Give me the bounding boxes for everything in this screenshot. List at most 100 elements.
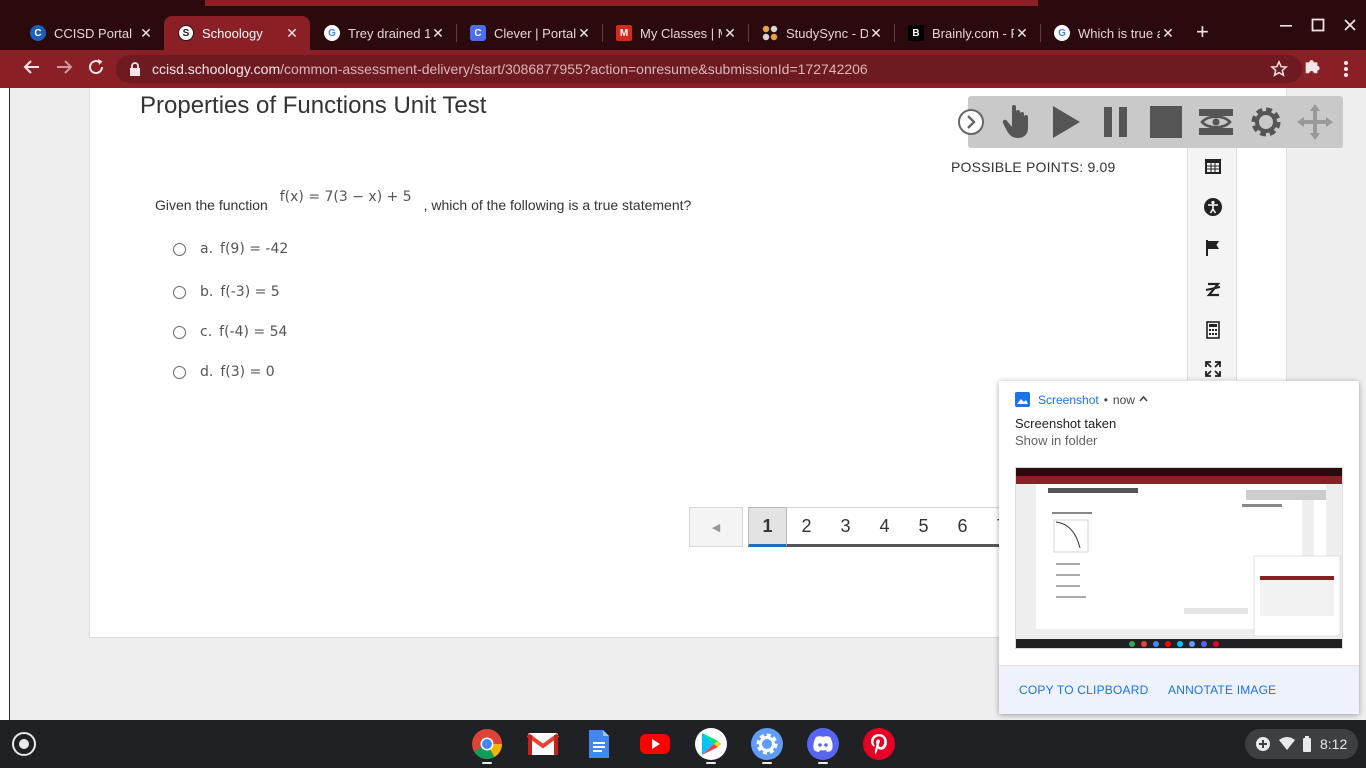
previous-page-button[interactable]: ◀ [689, 507, 743, 547]
page-6-button[interactable]: 6 [943, 507, 982, 547]
choice-text: f(-3) = 5 [220, 284, 280, 300]
page-1-button[interactable]: 1 [748, 507, 787, 547]
settings-icon[interactable] [1245, 102, 1287, 142]
studysync-icon [762, 25, 778, 41]
ccisd-icon: C [30, 25, 46, 41]
pause-icon[interactable] [1095, 102, 1137, 142]
collapse-icon[interactable] [956, 102, 986, 142]
forward-icon[interactable] [52, 57, 76, 81]
choice-letter: d. [200, 364, 214, 380]
flag-icon[interactable] [1202, 237, 1224, 259]
close-icon[interactable]: ✕ [722, 25, 738, 42]
close-icon[interactable]: ✕ [430, 25, 446, 42]
maximize-icon[interactable] [1311, 18, 1325, 37]
chevron-up-icon[interactable] [1139, 394, 1148, 405]
tab-ccisd-portal[interactable]: C CCISD Portal ✕ [16, 16, 164, 50]
text-to-speech-toolbar [958, 96, 1343, 148]
annotate-image-button[interactable]: ANNOTATE IMAGE [1168, 683, 1276, 697]
tab-brainly[interactable]: B Brainly.com - F ✕ [894, 16, 1040, 50]
menu-kebab-icon[interactable] [1334, 57, 1358, 81]
url-text: ccisd.schoology.com/common-assessment-de… [152, 61, 868, 77]
settings-icon[interactable] [751, 728, 783, 760]
tab-title: Schoology [202, 25, 263, 41]
answer-choice-c[interactable]: c. f(-4) = 54 [173, 321, 287, 343]
address-bar[interactable]: ccisd.schoology.com/common-assessment-de… [116, 55, 1302, 83]
extensions-puzzle-icon[interactable] [1300, 57, 1324, 81]
pointer-hand-icon[interactable] [995, 102, 1037, 142]
clever-icon: C [470, 25, 486, 41]
calendar-icon[interactable] [1202, 155, 1224, 177]
play-icon[interactable] [1045, 102, 1087, 142]
page-3-button[interactable]: 3 [826, 507, 865, 547]
page-2-button[interactable]: 2 [787, 507, 826, 547]
show-in-folder-link[interactable]: Show in folder [1015, 433, 1097, 448]
notification-actions: COPY TO CLIPBOARD ANNOTATE IMAGE [999, 665, 1359, 714]
tab-title: StudySync - De [786, 25, 868, 41]
tab-title: Brainly.com - F [932, 25, 1014, 41]
back-icon[interactable] [20, 57, 44, 81]
os-shelf [0, 720, 1366, 768]
tab-trey-drained[interactable]: G Trey drained 12 ✕ [310, 16, 456, 50]
choice-text: f(3) = 0 [220, 364, 275, 380]
tab-title: Which is true a [1078, 25, 1160, 41]
choice-letter: a. [200, 241, 214, 257]
notification-header: Screenshot • now [1015, 392, 1148, 407]
running-indicator [706, 762, 716, 764]
tab-clever-portal[interactable]: C Clever | Portal ✕ [456, 16, 602, 50]
close-icon[interactable]: ✕ [868, 25, 884, 42]
stop-icon[interactable] [1145, 102, 1187, 142]
close-icon[interactable]: ✕ [576, 25, 592, 42]
new-tab-button[interactable]: + [1196, 21, 1209, 43]
radio-button[interactable] [173, 285, 186, 299]
move-icon[interactable] [1294, 102, 1336, 142]
url-path: /common-assessment-delivery/start/308687… [280, 61, 868, 77]
url-host: ccisd.schoology.com [152, 61, 281, 77]
schoology-icon: S [178, 25, 194, 41]
pinterest-icon[interactable] [863, 728, 895, 760]
reload-icon[interactable] [84, 57, 108, 81]
radio-button[interactable] [173, 325, 186, 339]
docs-icon[interactable] [583, 728, 615, 760]
minimize-icon[interactable] [1279, 18, 1293, 37]
tab-title: My Classes | M [640, 25, 722, 41]
gmail-icon[interactable] [527, 728, 559, 760]
battery-icon [1302, 736, 1312, 757]
choice-letter: c. [200, 324, 213, 340]
youtube-icon[interactable] [639, 728, 671, 760]
chrome-icon[interactable] [471, 728, 503, 760]
close-icon[interactable]: ✕ [1014, 25, 1030, 42]
bookmark-star-icon[interactable] [1270, 58, 1288, 83]
page-4-button[interactable]: 4 [865, 507, 904, 547]
close-icon[interactable]: ✕ [284, 25, 300, 42]
radio-button[interactable] [173, 365, 186, 379]
mcgraw-icon: M [616, 25, 632, 41]
launcher-icon[interactable] [12, 732, 36, 756]
screenshot-notification: Screenshot • now Screenshot taken Show i… [999, 381, 1359, 714]
copy-to-clipboard-button[interactable]: COPY TO CLIPBOARD [1019, 683, 1148, 697]
answer-choice-b[interactable]: b. f(-3) = 5 [173, 281, 280, 303]
running-indicator [818, 762, 828, 764]
screen-mask-icon[interactable] [1195, 102, 1237, 142]
tab-which-is-true[interactable]: G Which is true a ✕ [1040, 16, 1186, 50]
strikethrough-icon[interactable] [1202, 278, 1224, 300]
accessibility-icon[interactable] [1202, 196, 1224, 218]
close-window-icon[interactable] [1343, 18, 1357, 37]
radio-button[interactable] [173, 242, 186, 256]
tab-studysync[interactable]: StudySync - De ✕ [748, 16, 894, 50]
tab-my-classes[interactable]: M My Classes | M ✕ [602, 16, 748, 50]
page-5-button[interactable]: 5 [904, 507, 943, 547]
close-icon[interactable]: ✕ [1160, 25, 1176, 42]
screenshot-thumbnail[interactable] [1015, 467, 1343, 649]
answer-choice-d[interactable]: d. f(3) = 0 [173, 361, 275, 383]
close-icon[interactable]: ✕ [138, 25, 154, 42]
calculator-icon[interactable] [1202, 319, 1224, 341]
discord-icon[interactable] [807, 728, 839, 760]
notification-app-name: Screenshot [1038, 392, 1099, 407]
status-tray[interactable]: 8:12 [1245, 729, 1358, 759]
tab-schoology[interactable]: S Schoology ✕ [164, 16, 310, 50]
play-store-icon[interactable] [695, 728, 727, 760]
fullscreen-icon[interactable] [1202, 358, 1224, 380]
answer-choice-a[interactable]: a. f(9) = -42 [173, 238, 288, 260]
tab-title: Trey drained 12 [348, 25, 430, 41]
question-function: f(x) = 7(3 − x) + 5 [279, 189, 412, 205]
